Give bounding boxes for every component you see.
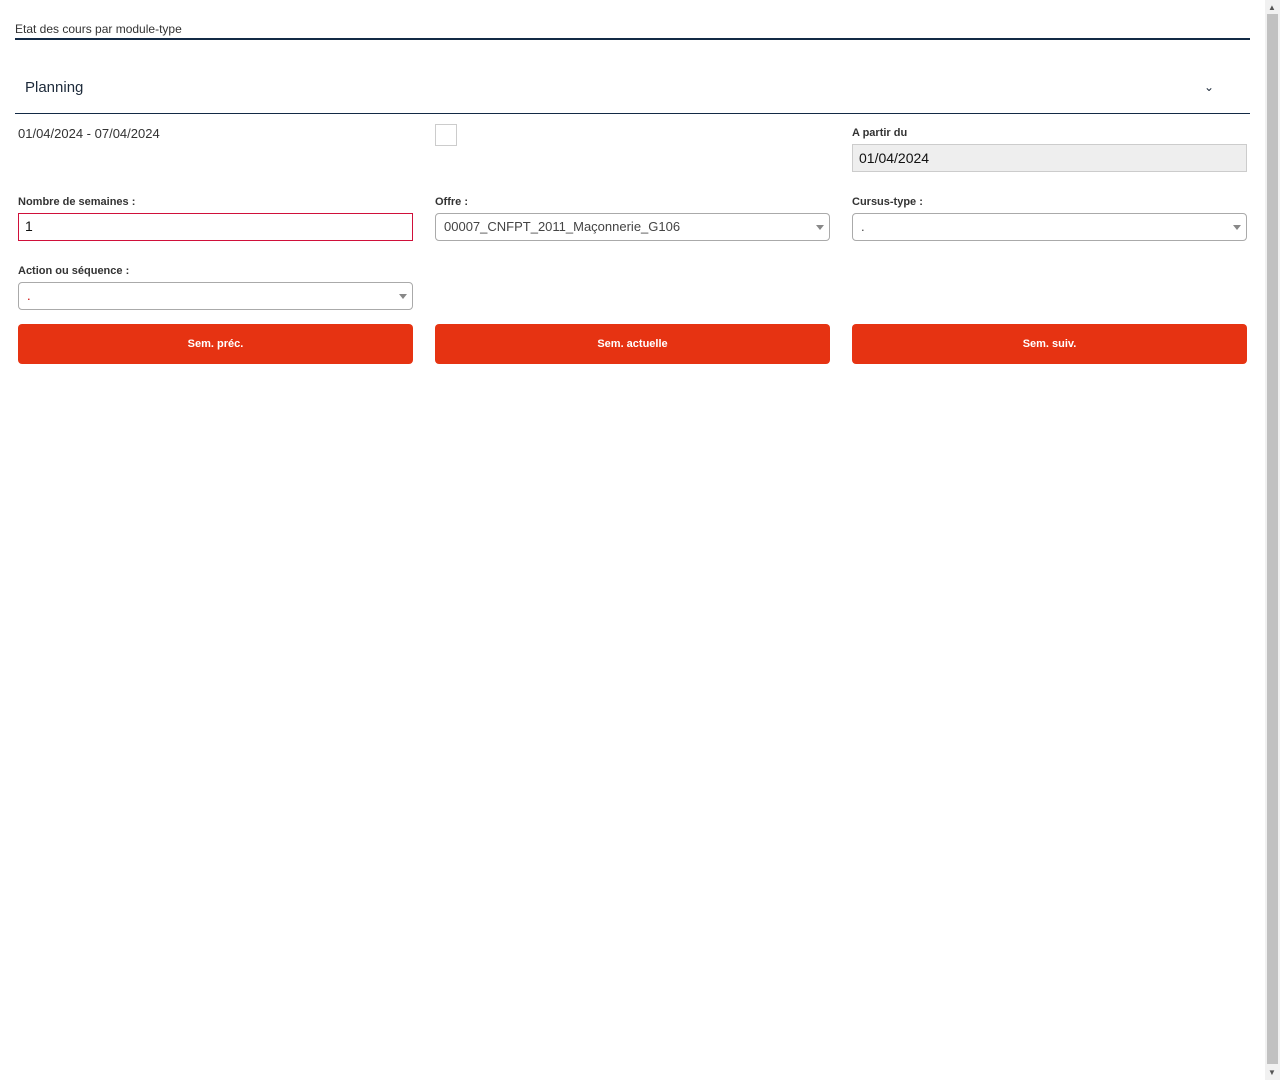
offer-value: 00007_CNFPT_2011_Maçonnerie_G106 — [444, 219, 680, 234]
action-value: . — [27, 288, 31, 303]
start-date-label: A partir du — [852, 127, 907, 139]
offer-select[interactable]: 00007_CNFPT_2011_Maçonnerie_G106 — [435, 213, 830, 241]
date-range: 01/04/2024 - 07/04/2024 — [18, 126, 160, 141]
dropdown-arrow-icon — [816, 225, 824, 230]
offer-label: Offre : — [435, 196, 468, 208]
planning-divider — [15, 113, 1250, 114]
planning-section-title[interactable]: Planning — [25, 79, 83, 96]
next-week-button[interactable]: Sem. suiv. — [852, 324, 1247, 364]
action-select[interactable]: . — [18, 282, 413, 310]
page-title: Etat des cours par module-type — [15, 22, 182, 36]
chevron-down-icon[interactable]: ⌄ — [1204, 80, 1214, 94]
title-divider — [15, 38, 1250, 40]
checkbox[interactable] — [435, 124, 457, 146]
cursus-label: Cursus-type : — [852, 196, 923, 208]
dropdown-arrow-icon — [1233, 225, 1241, 230]
weeks-label: Nombre de semaines : — [18, 196, 135, 208]
current-week-button[interactable]: Sem. actuelle — [435, 324, 830, 364]
scrollbar-thumb[interactable] — [1267, 14, 1278, 1064]
scroll-up-icon[interactable]: ▲ — [1268, 3, 1276, 12]
cursus-value: . — [861, 219, 865, 234]
scroll-down-icon[interactable]: ▼ — [1268, 1068, 1276, 1077]
prev-week-button[interactable]: Sem. préc. — [18, 324, 413, 364]
weeks-input[interactable]: 1 — [18, 213, 413, 241]
cursus-select[interactable]: . — [852, 213, 1247, 241]
action-label: Action ou séquence : — [18, 265, 129, 277]
dropdown-arrow-icon — [399, 294, 407, 299]
start-date-input[interactable]: 01/04/2024 — [852, 144, 1247, 172]
